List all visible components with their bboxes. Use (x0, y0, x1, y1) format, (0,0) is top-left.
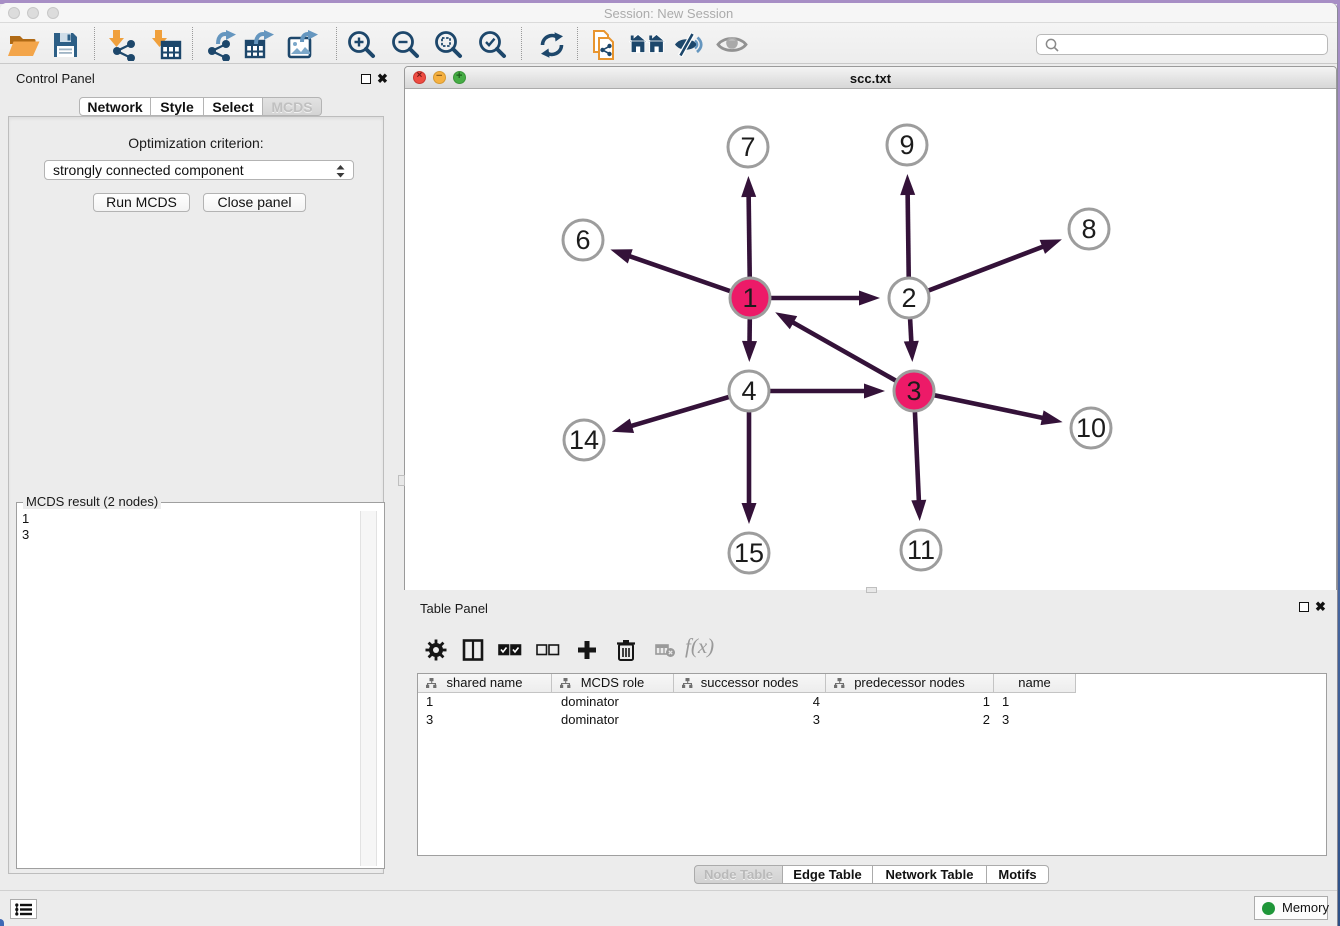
svg-text:6: 6 (575, 225, 590, 255)
svg-text:15: 15 (734, 538, 764, 568)
svg-text:11: 11 (907, 535, 935, 565)
svg-text:10: 10 (1076, 413, 1106, 443)
svg-text:9: 9 (899, 130, 914, 160)
svg-text:4: 4 (741, 376, 756, 406)
svg-text:1: 1 (742, 283, 757, 313)
svg-text:8: 8 (1081, 214, 1096, 244)
svg-text:14: 14 (569, 425, 599, 455)
svg-text:3: 3 (906, 376, 921, 406)
svg-text:7: 7 (740, 132, 755, 162)
svg-text:2: 2 (901, 283, 916, 313)
